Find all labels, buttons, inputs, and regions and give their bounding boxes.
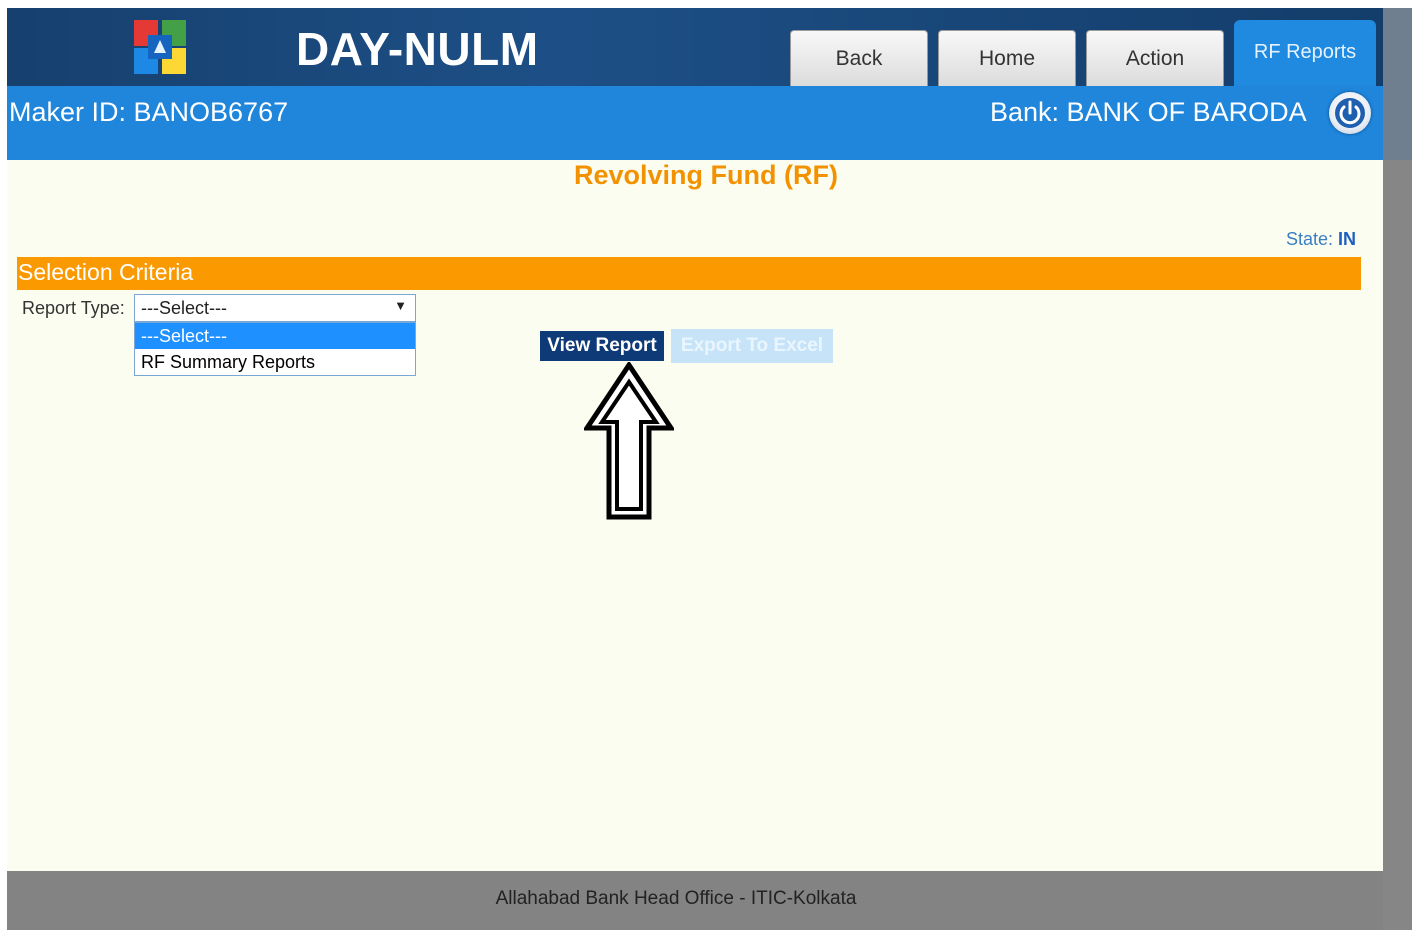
selection-criteria-title: Selection Criteria — [18, 259, 194, 285]
tab-action[interactable]: Action — [1086, 30, 1224, 86]
dropdown-option-select[interactable]: ---Select--- — [135, 323, 415, 349]
arrow-annotation — [584, 362, 674, 520]
right-edge-shadow-top — [1383, 8, 1412, 160]
dropdown-arrow-icon: ▼ — [394, 298, 407, 313]
view-report-button[interactable]: View Report — [540, 331, 664, 361]
report-type-select[interactable]: ---Select--- ▼ — [134, 294, 416, 322]
app-logo — [134, 20, 186, 74]
tab-back[interactable]: Back — [790, 30, 928, 86]
report-type-dropdown: ---Select--- RF Summary Reports — [134, 322, 416, 376]
state-value: IN — [1338, 229, 1356, 249]
dropdown-option-rf-summary[interactable]: RF Summary Reports — [135, 349, 415, 375]
right-edge-shadow — [1383, 160, 1412, 930]
maker-id-text: Maker ID: BANOB6767 — [9, 97, 289, 127]
tab-home[interactable]: Home — [938, 30, 1076, 86]
select-current-value: ---Select--- — [141, 298, 227, 318]
selection-criteria-bar — [17, 257, 1361, 290]
power-icon — [1335, 98, 1365, 128]
logout-button[interactable] — [1329, 92, 1371, 134]
state-label: State: — [1285, 229, 1333, 249]
tab-rf-reports[interactable]: RF Reports — [1234, 20, 1376, 86]
report-type-label: Report Type: — [22, 298, 125, 318]
footer-text: Allahabad Bank Head Office - ITIC-Kolkat… — [495, 888, 857, 909]
export-to-excel-button[interactable]: Export To Excel — [671, 329, 833, 363]
state-indicator: State: IN — [1286, 229, 1356, 250]
app-title: DAY-NULM — [296, 23, 539, 75]
bank-name-text: Bank: BANK OF BARODA — [990, 97, 1307, 127]
page-title: Revolving Fund (RF) — [574, 160, 838, 190]
